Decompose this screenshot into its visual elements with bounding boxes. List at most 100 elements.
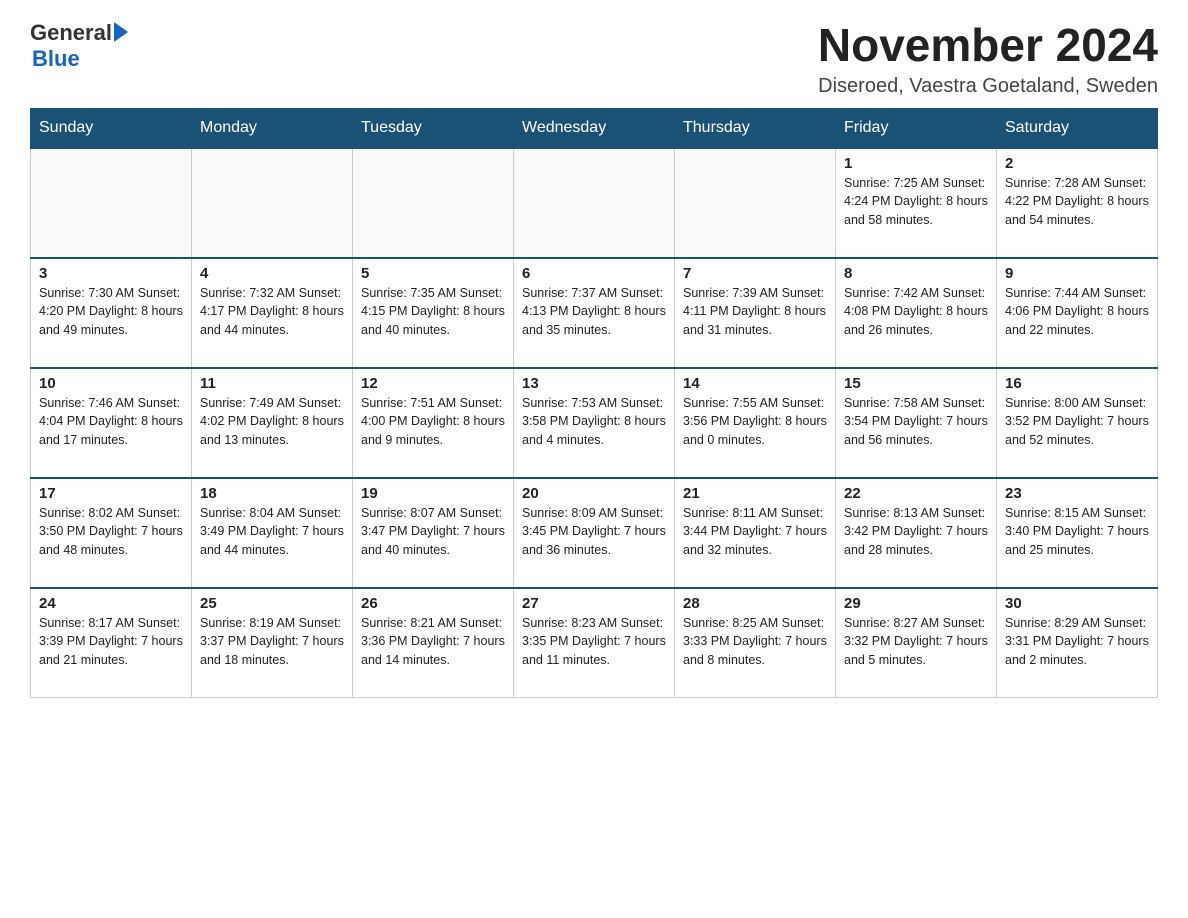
- weekday-header-saturday: Saturday: [997, 108, 1158, 148]
- calendar-cell: [31, 148, 192, 258]
- location-title: Diseroed, Vaestra Goetaland, Sweden: [818, 75, 1158, 98]
- weekday-header-tuesday: Tuesday: [353, 108, 514, 148]
- day-info: Sunrise: 8:13 AM Sunset: 3:42 PM Dayligh…: [844, 504, 988, 560]
- day-number: 12: [361, 375, 505, 392]
- calendar-cell: 30Sunrise: 8:29 AM Sunset: 3:31 PM Dayli…: [997, 588, 1158, 698]
- day-number: 19: [361, 485, 505, 502]
- calendar-week-row: 24Sunrise: 8:17 AM Sunset: 3:39 PM Dayli…: [31, 588, 1158, 698]
- day-info: Sunrise: 8:00 AM Sunset: 3:52 PM Dayligh…: [1005, 394, 1149, 450]
- day-number: 5: [361, 265, 505, 282]
- day-number: 7: [683, 265, 827, 282]
- day-number: 26: [361, 595, 505, 612]
- day-number: 28: [683, 595, 827, 612]
- calendar-cell: 26 Sunrise: 8:21 AM Sunset: 3:36 PM Dayli…: [353, 588, 514, 698]
- calendar-cell: 4 Sunrise: 7:32 AM Sunset: 4:17 PM Daylig…: [192, 258, 353, 368]
- calendar-cell: 23 Sunrise: 8:15 AM Sunset: 3:40 PM Dayli…: [997, 478, 1158, 588]
- day-number: 11: [200, 375, 344, 392]
- day-info: Sunrise: 7:37 AM Sunset: 4:13 PM Dayligh…: [522, 284, 666, 340]
- calendar-cell: 1 Sunrise: 7:25 AM Sunset: 4:24 PM Daylig…: [836, 148, 997, 258]
- day-number: 13: [522, 375, 666, 392]
- calendar-cell: 7 Sunrise: 7:39 AM Sunset: 4:11 PM Daylig…: [675, 258, 836, 368]
- weekday-header-wednesday: Wednesday: [514, 108, 675, 148]
- day-info: Sunrise: 8:04 AM Sunset: 3:49 PM Dayligh…: [200, 504, 344, 560]
- day-number: 1: [844, 155, 988, 172]
- weekday-header-friday: Friday: [836, 108, 997, 148]
- day-number: 20: [522, 485, 666, 502]
- day-number: 15: [844, 375, 988, 392]
- day-info: Sunrise: 7:32 AM Sunset: 4:17 PM Dayligh…: [200, 284, 344, 340]
- day-number: 23: [1005, 485, 1149, 502]
- weekday-header-sunday: Sunday: [31, 108, 192, 148]
- title-section: November 2024 Diseroed, Vaestra Goetalan…: [818, 20, 1158, 98]
- day-info: Sunrise: 8:21 AM Sunset: 3:36 PM Dayligh…: [361, 614, 505, 670]
- calendar-cell: 8 Sunrise: 7:42 AM Sunset: 4:08 PM Daylig…: [836, 258, 997, 368]
- logo-arrow-icon: [114, 22, 128, 42]
- calendar-cell: 9Sunrise: 7:44 AM Sunset: 4:06 PM Daylig…: [997, 258, 1158, 368]
- day-info: Sunrise: 7:30 AM Sunset: 4:20 PM Dayligh…: [39, 284, 183, 340]
- calendar-cell: 18 Sunrise: 8:04 AM Sunset: 3:49 PM Dayli…: [192, 478, 353, 588]
- calendar-cell: 22Sunrise: 8:13 AM Sunset: 3:42 PM Dayli…: [836, 478, 997, 588]
- day-info: Sunrise: 7:39 AM Sunset: 4:11 PM Dayligh…: [683, 284, 827, 340]
- logo-blue-text: Blue: [32, 46, 80, 72]
- day-info: Sunrise: 7:58 AM Sunset: 3:54 PM Dayligh…: [844, 394, 988, 450]
- day-number: 24: [39, 595, 183, 612]
- day-info: Sunrise: 8:07 AM Sunset: 3:47 PM Dayligh…: [361, 504, 505, 560]
- calendar-cell: 28 Sunrise: 8:25 AM Sunset: 3:33 PM Dayli…: [675, 588, 836, 698]
- logo: General Blue: [30, 20, 128, 72]
- day-info: Sunrise: 8:11 AM Sunset: 3:44 PM Dayligh…: [683, 504, 827, 560]
- calendar-cell: 6 Sunrise: 7:37 AM Sunset: 4:13 PM Daylig…: [514, 258, 675, 368]
- day-info: Sunrise: 7:46 AM Sunset: 4:04 PM Dayligh…: [39, 394, 183, 450]
- day-info: Sunrise: 7:53 AM Sunset: 3:58 PM Dayligh…: [522, 394, 666, 450]
- weekday-header-row: SundayMondayTuesdayWednesdayThursdayFrid…: [31, 108, 1158, 148]
- calendar-week-row: 1 Sunrise: 7:25 AM Sunset: 4:24 PM Daylig…: [31, 148, 1158, 258]
- calendar-table: SundayMondayTuesdayWednesdayThursdayFrid…: [30, 108, 1158, 699]
- day-number: 3: [39, 265, 183, 282]
- day-info: Sunrise: 7:49 AM Sunset: 4:02 PM Dayligh…: [200, 394, 344, 450]
- calendar-cell: 20 Sunrise: 8:09 AM Sunset: 3:45 PM Dayli…: [514, 478, 675, 588]
- day-info: Sunrise: 7:42 AM Sunset: 4:08 PM Dayligh…: [844, 284, 988, 340]
- day-number: 16: [1005, 375, 1149, 392]
- calendar-cell: [514, 148, 675, 258]
- day-number: 8: [844, 265, 988, 282]
- weekday-header-monday: Monday: [192, 108, 353, 148]
- calendar-cell: 19 Sunrise: 8:07 AM Sunset: 3:47 PM Dayli…: [353, 478, 514, 588]
- day-number: 18: [200, 485, 344, 502]
- day-number: 9: [1005, 265, 1149, 282]
- calendar-cell: 24Sunrise: 8:17 AM Sunset: 3:39 PM Dayli…: [31, 588, 192, 698]
- calendar-week-row: 10Sunrise: 7:46 AM Sunset: 4:04 PM Dayli…: [31, 368, 1158, 478]
- calendar-cell: 25 Sunrise: 8:19 AM Sunset: 3:37 PM Dayli…: [192, 588, 353, 698]
- day-info: Sunrise: 7:55 AM Sunset: 3:56 PM Dayligh…: [683, 394, 827, 450]
- page-header: General Blue November 2024 Diseroed, Vae…: [30, 20, 1158, 98]
- calendar-cell: 21 Sunrise: 8:11 AM Sunset: 3:44 PM Dayli…: [675, 478, 836, 588]
- day-number: 21: [683, 485, 827, 502]
- day-info: Sunrise: 7:35 AM Sunset: 4:15 PM Dayligh…: [361, 284, 505, 340]
- day-number: 6: [522, 265, 666, 282]
- day-number: 25: [200, 595, 344, 612]
- calendar-week-row: 3 Sunrise: 7:30 AM Sunset: 4:20 PM Daylig…: [31, 258, 1158, 368]
- calendar-cell: 17Sunrise: 8:02 AM Sunset: 3:50 PM Dayli…: [31, 478, 192, 588]
- day-number: 30: [1005, 595, 1149, 612]
- calendar-cell: 15 Sunrise: 7:58 AM Sunset: 3:54 PM Dayli…: [836, 368, 997, 478]
- calendar-cell: 14Sunrise: 7:55 AM Sunset: 3:56 PM Dayli…: [675, 368, 836, 478]
- logo-general-text: General: [30, 20, 112, 46]
- day-info: Sunrise: 7:51 AM Sunset: 4:00 PM Dayligh…: [361, 394, 505, 450]
- day-info: Sunrise: 7:25 AM Sunset: 4:24 PM Dayligh…: [844, 174, 988, 230]
- calendar-cell: 2Sunrise: 7:28 AM Sunset: 4:22 PM Daylig…: [997, 148, 1158, 258]
- day-number: 27: [522, 595, 666, 612]
- calendar-cell: 3 Sunrise: 7:30 AM Sunset: 4:20 PM Daylig…: [31, 258, 192, 368]
- day-number: 17: [39, 485, 183, 502]
- day-info: Sunrise: 8:19 AM Sunset: 3:37 PM Dayligh…: [200, 614, 344, 670]
- day-info: Sunrise: 8:25 AM Sunset: 3:33 PM Dayligh…: [683, 614, 827, 670]
- month-title: November 2024: [818, 20, 1158, 71]
- day-info: Sunrise: 8:09 AM Sunset: 3:45 PM Dayligh…: [522, 504, 666, 560]
- day-number: 4: [200, 265, 344, 282]
- calendar-cell: 12 Sunrise: 7:51 AM Sunset: 4:00 PM Dayli…: [353, 368, 514, 478]
- calendar-cell: 10Sunrise: 7:46 AM Sunset: 4:04 PM Dayli…: [31, 368, 192, 478]
- day-info: Sunrise: 8:27 AM Sunset: 3:32 PM Dayligh…: [844, 614, 988, 670]
- calendar-cell: [675, 148, 836, 258]
- weekday-header-thursday: Thursday: [675, 108, 836, 148]
- calendar-week-row: 17Sunrise: 8:02 AM Sunset: 3:50 PM Dayli…: [31, 478, 1158, 588]
- day-number: 29: [844, 595, 988, 612]
- day-info: Sunrise: 8:15 AM Sunset: 3:40 PM Dayligh…: [1005, 504, 1149, 560]
- calendar-cell: 11 Sunrise: 7:49 AM Sunset: 4:02 PM Dayli…: [192, 368, 353, 478]
